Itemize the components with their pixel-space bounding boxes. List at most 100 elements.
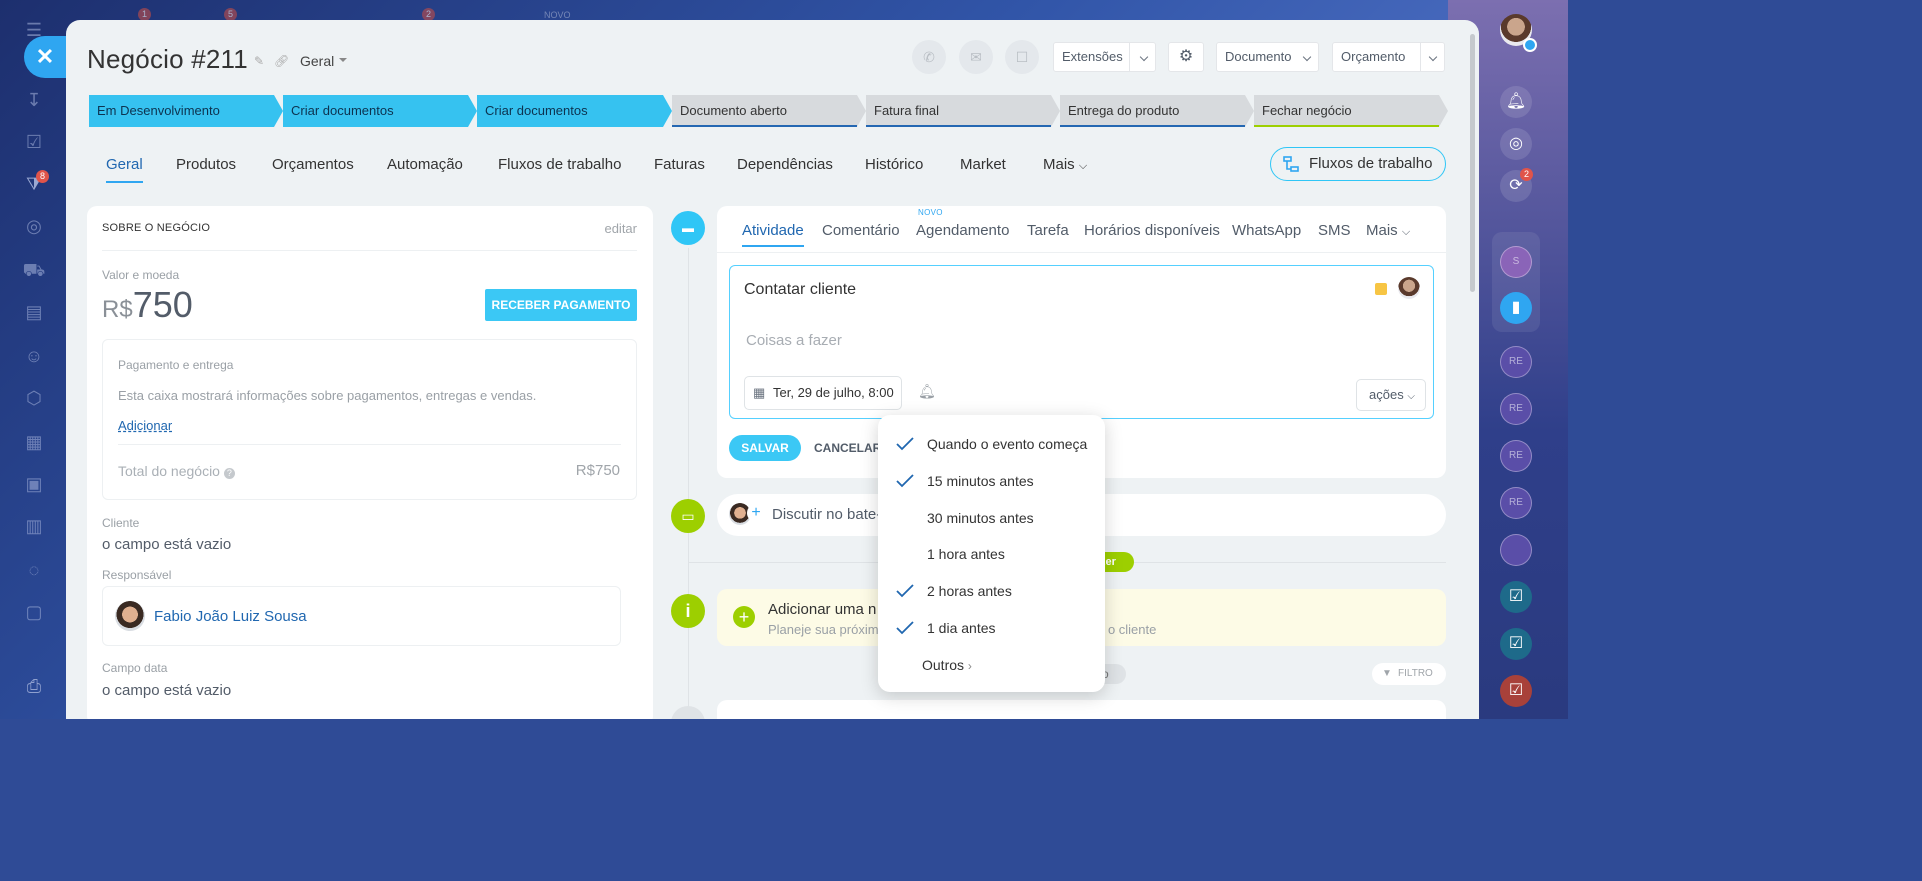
document-icon[interactable]: ▢	[22, 600, 46, 624]
add-participant-icon[interactable]: +	[747, 504, 765, 522]
filter-button[interactable]: ▼ FILTRO	[1372, 663, 1446, 685]
amount-value: R$750	[102, 284, 193, 326]
target-icon[interactable]: ◎	[1500, 128, 1532, 160]
total-label: Total do negócio ?	[118, 463, 235, 479]
tab-comentario[interactable]: Comentário	[822, 222, 900, 239]
avatar-s[interactable]: S	[1500, 246, 1532, 278]
tab-horarios[interactable]: Horários disponíveis	[1084, 222, 1220, 239]
gear-icon[interactable]: ⚙	[1168, 42, 1204, 72]
stage-4[interactable]: Documento aberto	[672, 95, 866, 127]
responsible-avatar	[115, 601, 145, 631]
reminder-item-15min[interactable]: 15 minutos antes	[927, 473, 1034, 489]
reminder-item-1d[interactable]: 1 dia antes	[927, 620, 996, 636]
tab-dependencias[interactable]: Dependências	[737, 156, 833, 173]
section-title: SOBRE O NEGÓCIO	[102, 222, 211, 234]
tasks-icon[interactable]: ☑	[22, 130, 46, 154]
tab-produtos[interactable]: Produtos	[176, 156, 236, 173]
document-button[interactable]: Documento	[1216, 42, 1319, 72]
extensions-button[interactable]: Extensões	[1053, 42, 1156, 72]
tab-atividade[interactable]: Atividade	[742, 222, 804, 247]
info-dot-icon: i	[671, 594, 705, 628]
task-icon-1[interactable]: ☑	[1500, 581, 1532, 613]
todo-textarea[interactable]: Coisas a fazer	[746, 332, 842, 349]
save-button[interactable]: SALVAR	[729, 435, 801, 461]
bell-reminder-icon[interactable]: 🔔︎	[918, 383, 936, 400]
stage-3[interactable]: Criar documentos	[477, 95, 672, 127]
avatar-re-4[interactable]: RE	[1500, 487, 1532, 519]
tab-orcamentos[interactable]: Orçamentos	[272, 156, 354, 173]
printer-icon[interactable]: ⎙	[22, 674, 46, 698]
assignee-avatar[interactable]	[1398, 277, 1420, 299]
plus-icon[interactable]: +	[733, 606, 755, 628]
reminder-item-1h[interactable]: 1 hora antes	[927, 546, 1005, 562]
cart-icon[interactable]: ⛟	[22, 258, 46, 282]
reminder-item-2h[interactable]: 2 horas antes	[927, 583, 1012, 599]
reminder-item-start[interactable]: Quando o evento começa	[927, 436, 1087, 452]
message-icon[interactable]: ☐	[1005, 40, 1039, 74]
online-status-icon	[1523, 38, 1537, 52]
bookmark-icon[interactable]: ▮	[1500, 292, 1532, 324]
close-slider-button[interactable]: ✕	[24, 36, 66, 78]
link-icon[interactable]: 🔗︎	[274, 54, 289, 68]
receive-payment-button[interactable]: RECEBER PAGAMENTO	[485, 289, 637, 321]
ghost-novo: NOVO	[544, 10, 571, 20]
tab-sms[interactable]: SMS	[1318, 222, 1351, 239]
date-picker-value: Ter, 29 de julho, 8:00	[773, 385, 894, 400]
stage-6[interactable]: Entrega do produto	[1060, 95, 1254, 127]
avatar-re-2[interactable]: RE	[1500, 393, 1532, 425]
filter-icon: ▼	[1382, 668, 1392, 679]
stage-1[interactable]: Em Desenvolvimento	[89, 95, 283, 127]
tab-fluxos[interactable]: Fluxos de trabalho	[498, 156, 621, 173]
building-icon[interactable]: ▦	[22, 430, 46, 454]
pipeline-selector[interactable]: Geral	[300, 53, 347, 69]
robot-icon[interactable]: ☺	[22, 344, 46, 368]
reminder-item-30min[interactable]: 30 minutos antes	[927, 510, 1034, 526]
tab-tarefa[interactable]: Tarefa	[1027, 222, 1069, 239]
stage-5[interactable]: Fatura final	[866, 95, 1060, 127]
tab-whatsapp[interactable]: WhatsApp	[1232, 222, 1301, 239]
reminder-item-others[interactable]: Outros ›	[922, 657, 972, 673]
edit-pencil-icon[interactable]: ✎	[254, 54, 264, 68]
stage-7[interactable]: Fechar negócio	[1254, 95, 1448, 127]
edit-link[interactable]: editar	[604, 221, 637, 236]
task-title-input[interactable]: Contatar cliente	[744, 281, 856, 299]
tab-mais-label: Mais	[1043, 156, 1075, 173]
tab-faturas[interactable]: Faturas	[654, 156, 705, 173]
phone-icon[interactable]: ✆	[912, 40, 946, 74]
avatar-re-3[interactable]: RE	[1500, 440, 1532, 472]
color-marker-icon[interactable]	[1375, 283, 1387, 295]
tab-agendamento[interactable]: Agendamento	[916, 222, 1009, 239]
tab-geral[interactable]: Geral	[106, 156, 143, 183]
settings-circle-icon[interactable]: ◌	[22, 558, 46, 582]
add-link[interactable]: Adicionar	[118, 418, 172, 433]
tab-automacao[interactable]: Automação	[387, 156, 463, 173]
avatar-re-5[interactable]	[1500, 534, 1532, 566]
tab-mais[interactable]: Mais ⌵	[1043, 156, 1087, 173]
stage-2[interactable]: Criar documentos	[283, 95, 477, 127]
budget-button[interactable]: Orçamento	[1332, 42, 1445, 72]
mail-icon[interactable]: ✉	[959, 40, 993, 74]
check-icon	[896, 474, 914, 488]
feed-icon[interactable]: ↧	[22, 88, 46, 112]
workflows-button[interactable]: Fluxos de trabalho	[1270, 147, 1446, 181]
target-icon[interactable]: ◎	[22, 214, 46, 238]
calendar-icon[interactable]: ▣	[22, 472, 46, 496]
date-picker[interactable]: ▦ Ter, 29 de julho, 8:00	[744, 376, 902, 410]
task-icon-3[interactable]: ☑	[1500, 675, 1532, 707]
tab-historico[interactable]: Histórico	[865, 156, 923, 173]
actions-dropdown[interactable]: ações ⌵	[1356, 379, 1426, 411]
tab-market[interactable]: Market	[960, 156, 1006, 173]
cancel-button[interactable]: CANCELAR	[814, 441, 881, 455]
help-icon[interactable]: ?	[223, 468, 235, 479]
total-value: R$750	[575, 462, 620, 479]
sites-icon[interactable]: ▤	[22, 300, 46, 324]
history-dot-icon	[671, 706, 705, 719]
scrollbar[interactable]	[1470, 34, 1475, 292]
task-icon-2[interactable]: ☑	[1500, 628, 1532, 660]
analytics-icon[interactable]: ▥	[22, 514, 46, 538]
tab-mais-activity[interactable]: Mais ⌵	[1366, 222, 1410, 239]
avatar-re-1[interactable]: RE	[1500, 346, 1532, 378]
bell-icon[interactable]: 🔔︎	[1500, 86, 1532, 118]
box-icon[interactable]: ⬡	[22, 386, 46, 410]
responsible-name[interactable]: Fabio João Luiz Sousa	[154, 608, 307, 625]
